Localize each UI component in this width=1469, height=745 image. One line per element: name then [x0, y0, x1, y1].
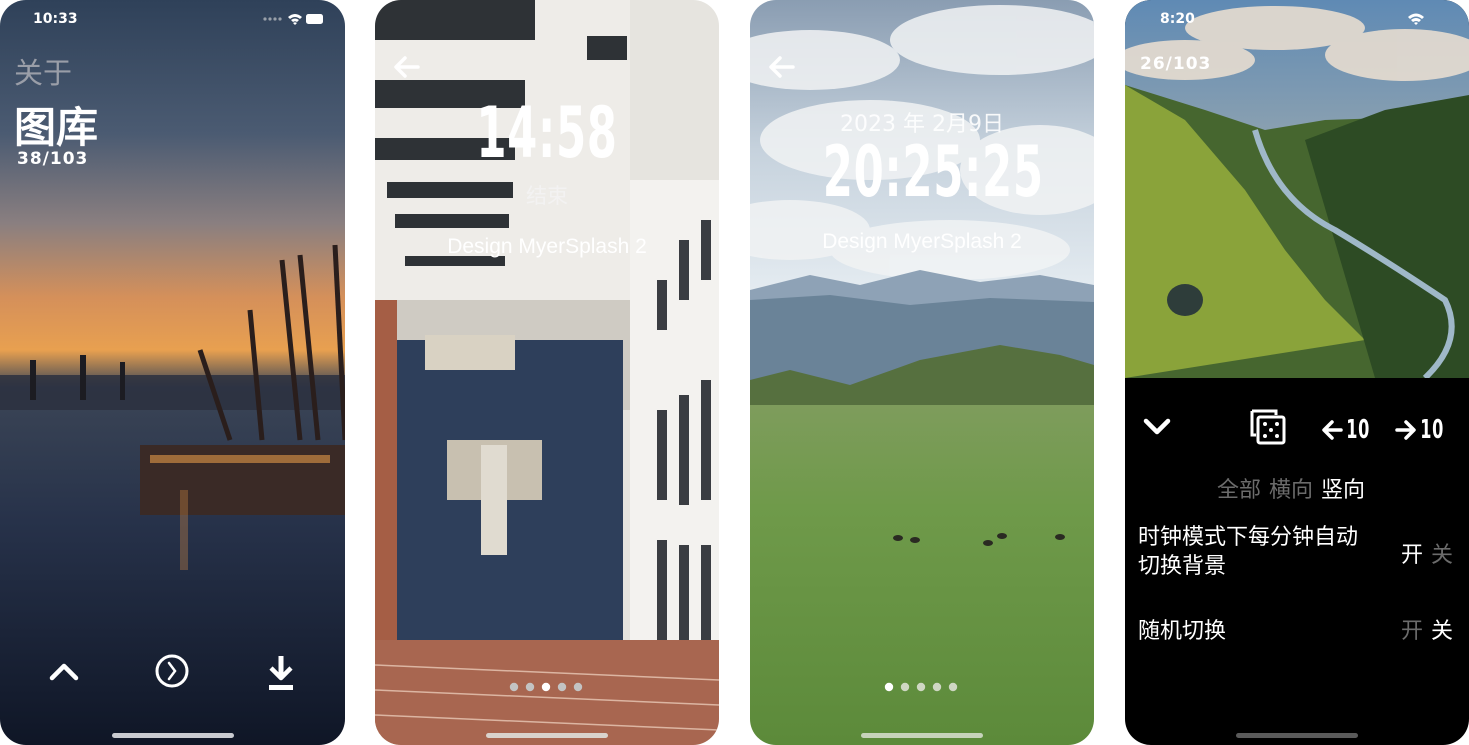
skip-back-label: 10 — [1346, 415, 1370, 445]
setting-random-toggle: 开 关 — [1401, 613, 1453, 645]
filter-landscape[interactable]: 横向 — [1269, 472, 1313, 504]
setting-random-label: 随机切换 — [1138, 619, 1227, 644]
clock-time: 20:25:25 — [822, 131, 1044, 213]
chevron-down-icon[interactable] — [1142, 414, 1172, 440]
back-arrow-icon[interactable] — [768, 55, 796, 79]
photo-counter: 26/103 — [1140, 54, 1212, 74]
page-title: 图库 — [14, 103, 99, 152]
end-label[interactable]: 结束 — [375, 180, 719, 210]
filter-portrait[interactable]: 竖向 — [1321, 472, 1365, 504]
clock-mode-icon[interactable] — [154, 653, 190, 689]
chevron-up-icon[interactable] — [48, 658, 80, 686]
dice-icon[interactable] — [1249, 408, 1287, 446]
arrow-left-icon — [1322, 420, 1343, 440]
about-link[interactable]: 关于 — [14, 50, 72, 92]
subtitle: Design MyerSplash 2 — [822, 230, 1022, 253]
subtitle: Design MyerSplash 2 — [447, 235, 647, 258]
skip-back-button[interactable]: 10 — [1321, 415, 1377, 445]
photo-counter: 38/103 — [17, 149, 89, 169]
clock-time: 14:58 — [476, 92, 618, 174]
status-time: 8:20 — [1160, 11, 1195, 27]
auto-switch-on[interactable]: 开 — [1401, 537, 1423, 569]
arrow-right-icon — [1395, 420, 1416, 440]
page-dots[interactable] — [884, 682, 960, 692]
setting-auto-switch-line2: 切换背景 — [1138, 554, 1227, 579]
wifi-icon — [1407, 12, 1425, 26]
setting-auto-switch-toggle: 开 关 — [1401, 537, 1453, 569]
page-dots[interactable] — [509, 682, 585, 692]
status-time: 10:33 — [33, 11, 78, 27]
screen-settings: 8:20 26/103 10 10 全部 横向 竖向 时钟模式下每分钟自动 切换… — [1125, 0, 1469, 745]
setting-auto-switch-line1: 时钟模式下每分钟自动 — [1138, 525, 1359, 550]
home-indicator — [1236, 733, 1358, 738]
skip-forward-button[interactable]: 10 — [1395, 415, 1451, 445]
home-indicator — [861, 733, 983, 738]
random-on[interactable]: 开 — [1401, 613, 1423, 645]
setting-auto-switch-label: 时钟模式下每分钟自动 切换背景 — [1138, 523, 1358, 581]
screen-gallery: 10:33 关于 图库 38/103 — [0, 0, 345, 745]
back-arrow-icon[interactable] — [393, 55, 421, 79]
filter-all[interactable]: 全部 — [1217, 472, 1261, 504]
random-off[interactable]: 关 — [1431, 613, 1453, 645]
status-icons — [262, 12, 324, 26]
skip-forward-label: 10 — [1420, 415, 1444, 445]
home-indicator — [486, 733, 608, 738]
auto-switch-off[interactable]: 关 — [1431, 537, 1453, 569]
orientation-filter: 全部 横向 竖向 — [1217, 472, 1365, 504]
screen-clock-building: 14:58 结束 Design MyerSplash 2 — [375, 0, 719, 745]
download-icon[interactable] — [266, 654, 296, 692]
screen-clock-grassland: 2023 年 2月9日 20:25:25 Design MyerSplash 2 — [750, 0, 1094, 745]
home-indicator — [111, 733, 234, 738]
